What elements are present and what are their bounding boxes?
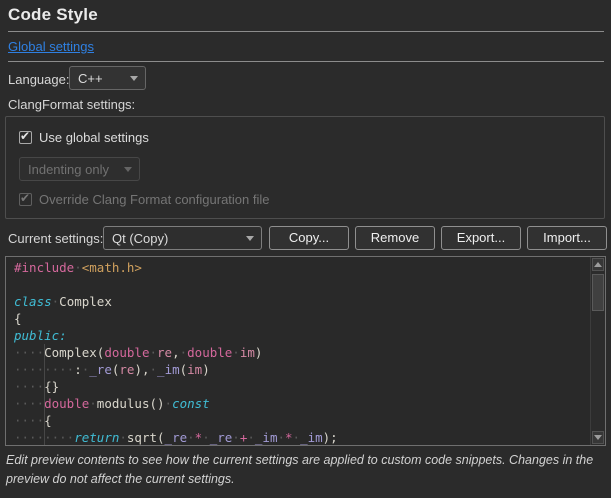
use-global-settings-label: Use global settings <box>39 130 149 145</box>
global-settings-link[interactable]: Global settings <box>8 39 94 54</box>
code-line: ········return·sqrt(_re·*·_re·+·_im·*·_i… <box>14 429 591 446</box>
separator <box>8 61 604 62</box>
code-line <box>14 276 591 293</box>
override-clang-format-checkbox: ✔ Override Clang Format configuration fi… <box>19 192 270 207</box>
page-title: Code Style <box>8 5 98 25</box>
indenting-mode-value: Indenting only <box>28 162 109 177</box>
code-line: class·Complex <box>14 293 591 310</box>
code-line: ····{ <box>14 412 591 429</box>
export-button[interactable]: Export... <box>441 226 521 250</box>
checkmark-icon: ✔ <box>20 129 30 143</box>
use-global-settings-checkbox[interactable]: ✔ Use global settings <box>19 130 149 145</box>
settings-actions: Copy... Remove Export... Import... <box>269 226 607 250</box>
code-area[interactable]: #include·<math.h>class·Complex{public:··… <box>6 257 591 445</box>
code-line: ········:·_re(re),·_im(im) <box>14 361 591 378</box>
indent-guide <box>44 344 45 445</box>
code-preview-editor[interactable]: #include·<math.h>class·Complex{public:··… <box>5 256 606 446</box>
chevron-down-icon <box>130 76 138 81</box>
current-settings-label: Current settings: <box>8 231 103 246</box>
language-dropdown[interactable]: C++ <box>69 66 146 90</box>
code-style-settings-page: { "page": { "title": "Code Style", "back… <box>0 0 611 498</box>
override-clang-format-label: Override Clang Format configuration file <box>39 192 270 207</box>
code-line: { <box>14 310 591 327</box>
code-line: public: <box>14 327 591 344</box>
scroll-down-button[interactable] <box>592 431 604 444</box>
footer-note: Edit preview contents to see how the cur… <box>6 451 604 489</box>
code-line: #include·<math.h> <box>14 259 591 276</box>
chevron-down-icon <box>246 236 254 241</box>
code-line: ····double·modulus()·const <box>14 395 591 412</box>
clangformat-label: ClangFormat settings: <box>8 97 135 112</box>
separator <box>8 31 604 32</box>
code-line: ····Complex(double·re,·double·im) <box>14 344 591 361</box>
checkbox-box: ✔ <box>19 131 32 144</box>
current-settings-value: Qt (Copy) <box>112 231 168 246</box>
language-label: Language: <box>8 72 69 87</box>
checkbox-box: ✔ <box>19 193 32 206</box>
current-settings-dropdown[interactable]: Qt (Copy) <box>103 226 262 250</box>
checkmark-icon: ✔ <box>20 191 30 205</box>
language-dropdown-value: C++ <box>78 71 103 86</box>
triangle-down-icon <box>594 435 602 440</box>
code-line: ····{} <box>14 378 591 395</box>
vertical-scrollbar[interactable] <box>590 257 605 445</box>
remove-button[interactable]: Remove <box>355 226 435 250</box>
scrollbar-thumb[interactable] <box>592 274 604 311</box>
copy-button[interactable]: Copy... <box>269 226 349 250</box>
scroll-up-button[interactable] <box>592 258 604 271</box>
import-button[interactable]: Import... <box>527 226 607 250</box>
clangformat-groupbox: ✔ Use global settings Indenting only ✔ O… <box>5 116 605 219</box>
triangle-up-icon <box>594 262 602 267</box>
chevron-down-icon <box>124 167 132 172</box>
indenting-mode-dropdown: Indenting only <box>19 157 140 181</box>
